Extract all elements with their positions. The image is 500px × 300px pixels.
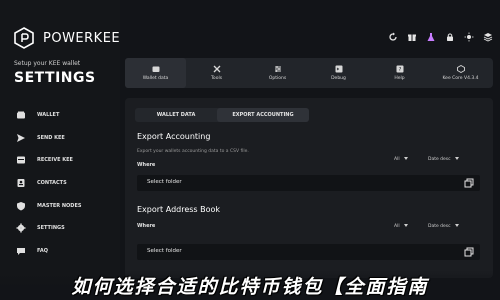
tab-label: Tools: [210, 76, 223, 81]
chevron-down-icon: [403, 224, 408, 227]
lock-icon[interactable]: [445, 32, 455, 42]
send-icon: [17, 133, 25, 142]
gift-icon[interactable]: [407, 32, 417, 42]
tab-label: Debug: [331, 76, 346, 81]
sidebar-item-label: SEND KEE: [37, 134, 65, 141]
subtab-export-accounting[interactable]: EXPORT ACCOUNTING: [217, 108, 309, 122]
title-banner: 如何选择合适的比特币钱包【全面指南: [71, 276, 429, 298]
sidebar-item-label: CONTACTS: [37, 180, 67, 187]
sidebar-item-settings[interactable]: SETTINGS: [0, 217, 120, 240]
wallet-icon: [17, 111, 25, 119]
tab-kee-core[interactable]: Kee Core V4.3.4: [430, 58, 491, 88]
chat-icon: [17, 247, 25, 255]
gear-icon: [16, 223, 26, 233]
export-accounting-where-label: Where: [137, 162, 156, 168]
chevron-down-icon: [454, 157, 459, 160]
subtab-wallet-data[interactable]: WALLET DATA: [135, 108, 217, 122]
sidebar: POWERKEE Setup your KEE wallet SETTINGS …: [0, 0, 120, 300]
filter-value: All: [394, 224, 400, 229]
chevron-down-icon: [454, 224, 459, 227]
sidebar-nav: WALLET SEND KEE RECEIVE KEE CONTACTS MAS…: [0, 104, 120, 262]
sidebar-item-master-nodes[interactable]: MASTER NODES: [0, 194, 120, 217]
settings-panel: WALLET DATA EXPORT ACCOUNTING Export Acc…: [125, 98, 493, 278]
chevron-down-icon: [403, 157, 408, 160]
tab-label: Options: [268, 76, 287, 81]
address-book-folder-picker[interactable]: Select folder: [137, 244, 480, 260]
tab-label: Kee Core V4.3.4: [442, 76, 479, 81]
address-book-sort-select[interactable]: Date desc: [428, 224, 459, 229]
tab-help[interactable]: ? Help: [369, 58, 430, 88]
tab-wallet-data[interactable]: Wallet data: [125, 58, 186, 88]
options-icon: [274, 66, 281, 72]
accounting-filter-select[interactable]: All: [394, 157, 408, 162]
brand-logo: POWERKEE: [13, 27, 120, 49]
tab-label: Wallet data: [142, 76, 169, 81]
sidebar-item-label: MASTER NODES: [37, 202, 82, 209]
export-address-book-title: Export Address Book: [137, 205, 221, 214]
settings-tabbar: Wallet data Tools Options Debug ? Help K…: [125, 58, 493, 88]
flask-icon[interactable]: [426, 32, 436, 42]
tab-tools[interactable]: Tools: [186, 58, 247, 88]
subtab-bar: WALLET DATA EXPORT ACCOUNTING: [135, 108, 309, 122]
folder-placeholder: Select folder: [147, 179, 182, 185]
folder-placeholder: Select folder: [147, 248, 182, 254]
sidebar-item-wallet[interactable]: WALLET: [0, 104, 120, 127]
shield-icon: [17, 201, 25, 211]
core-icon: [456, 65, 465, 73]
contacts-icon: [17, 179, 25, 188]
sidebar-item-send-kee[interactable]: SEND KEE: [0, 127, 120, 150]
page-title: SETTINGS: [14, 70, 96, 86]
brand-name: POWERKEE: [43, 30, 121, 46]
tab-debug[interactable]: Debug: [308, 58, 369, 88]
powerkee-logo-icon: [14, 27, 34, 49]
copy-icon[interactable]: [464, 178, 474, 188]
help-icon: ?: [396, 65, 403, 73]
sidebar-item-label: SETTINGS: [37, 225, 65, 232]
accounting-sort-select[interactable]: Date desc: [428, 157, 459, 162]
sort-value: Date desc: [428, 224, 451, 229]
sidebar-item-label: RECEIVE KEE: [37, 157, 73, 164]
tools-icon: [213, 65, 220, 73]
accounting-folder-picker[interactable]: Select folder: [137, 175, 480, 191]
refresh-icon[interactable]: [388, 32, 398, 42]
export-accounting-description: Export your wallets accounting data to a…: [137, 149, 249, 154]
receive-icon: [17, 156, 25, 164]
sidebar-item-receive-kee[interactable]: RECEIVE KEE: [0, 149, 120, 172]
svg-text:?: ?: [398, 67, 401, 73]
sidebar-item-label: FAQ: [37, 247, 48, 254]
sidebar-item-faq[interactable]: FAQ: [0, 240, 120, 263]
sort-value: Date desc: [428, 157, 451, 162]
copy-icon[interactable]: [464, 247, 474, 257]
wallet-data-icon: [152, 66, 159, 72]
brand-tagline: Setup your KEE wallet: [14, 60, 81, 67]
export-accounting-title: Export Accounting: [137, 132, 211, 141]
tab-options[interactable]: Options: [247, 58, 308, 88]
sidebar-item-contacts[interactable]: CONTACTS: [0, 172, 120, 195]
export-address-book-where-label: Where: [137, 223, 156, 229]
tab-label: Help: [394, 76, 405, 81]
address-book-filter-select[interactable]: All: [394, 224, 408, 229]
main-content: Wallet data Tools Options Debug ? Help K…: [120, 0, 500, 300]
stack-icon[interactable]: [483, 32, 493, 42]
filter-value: All: [394, 157, 400, 162]
debug-icon: [335, 65, 342, 73]
top-toolbar: [388, 32, 493, 42]
sun-icon[interactable]: [464, 32, 474, 42]
sidebar-item-label: WALLET: [37, 112, 60, 119]
